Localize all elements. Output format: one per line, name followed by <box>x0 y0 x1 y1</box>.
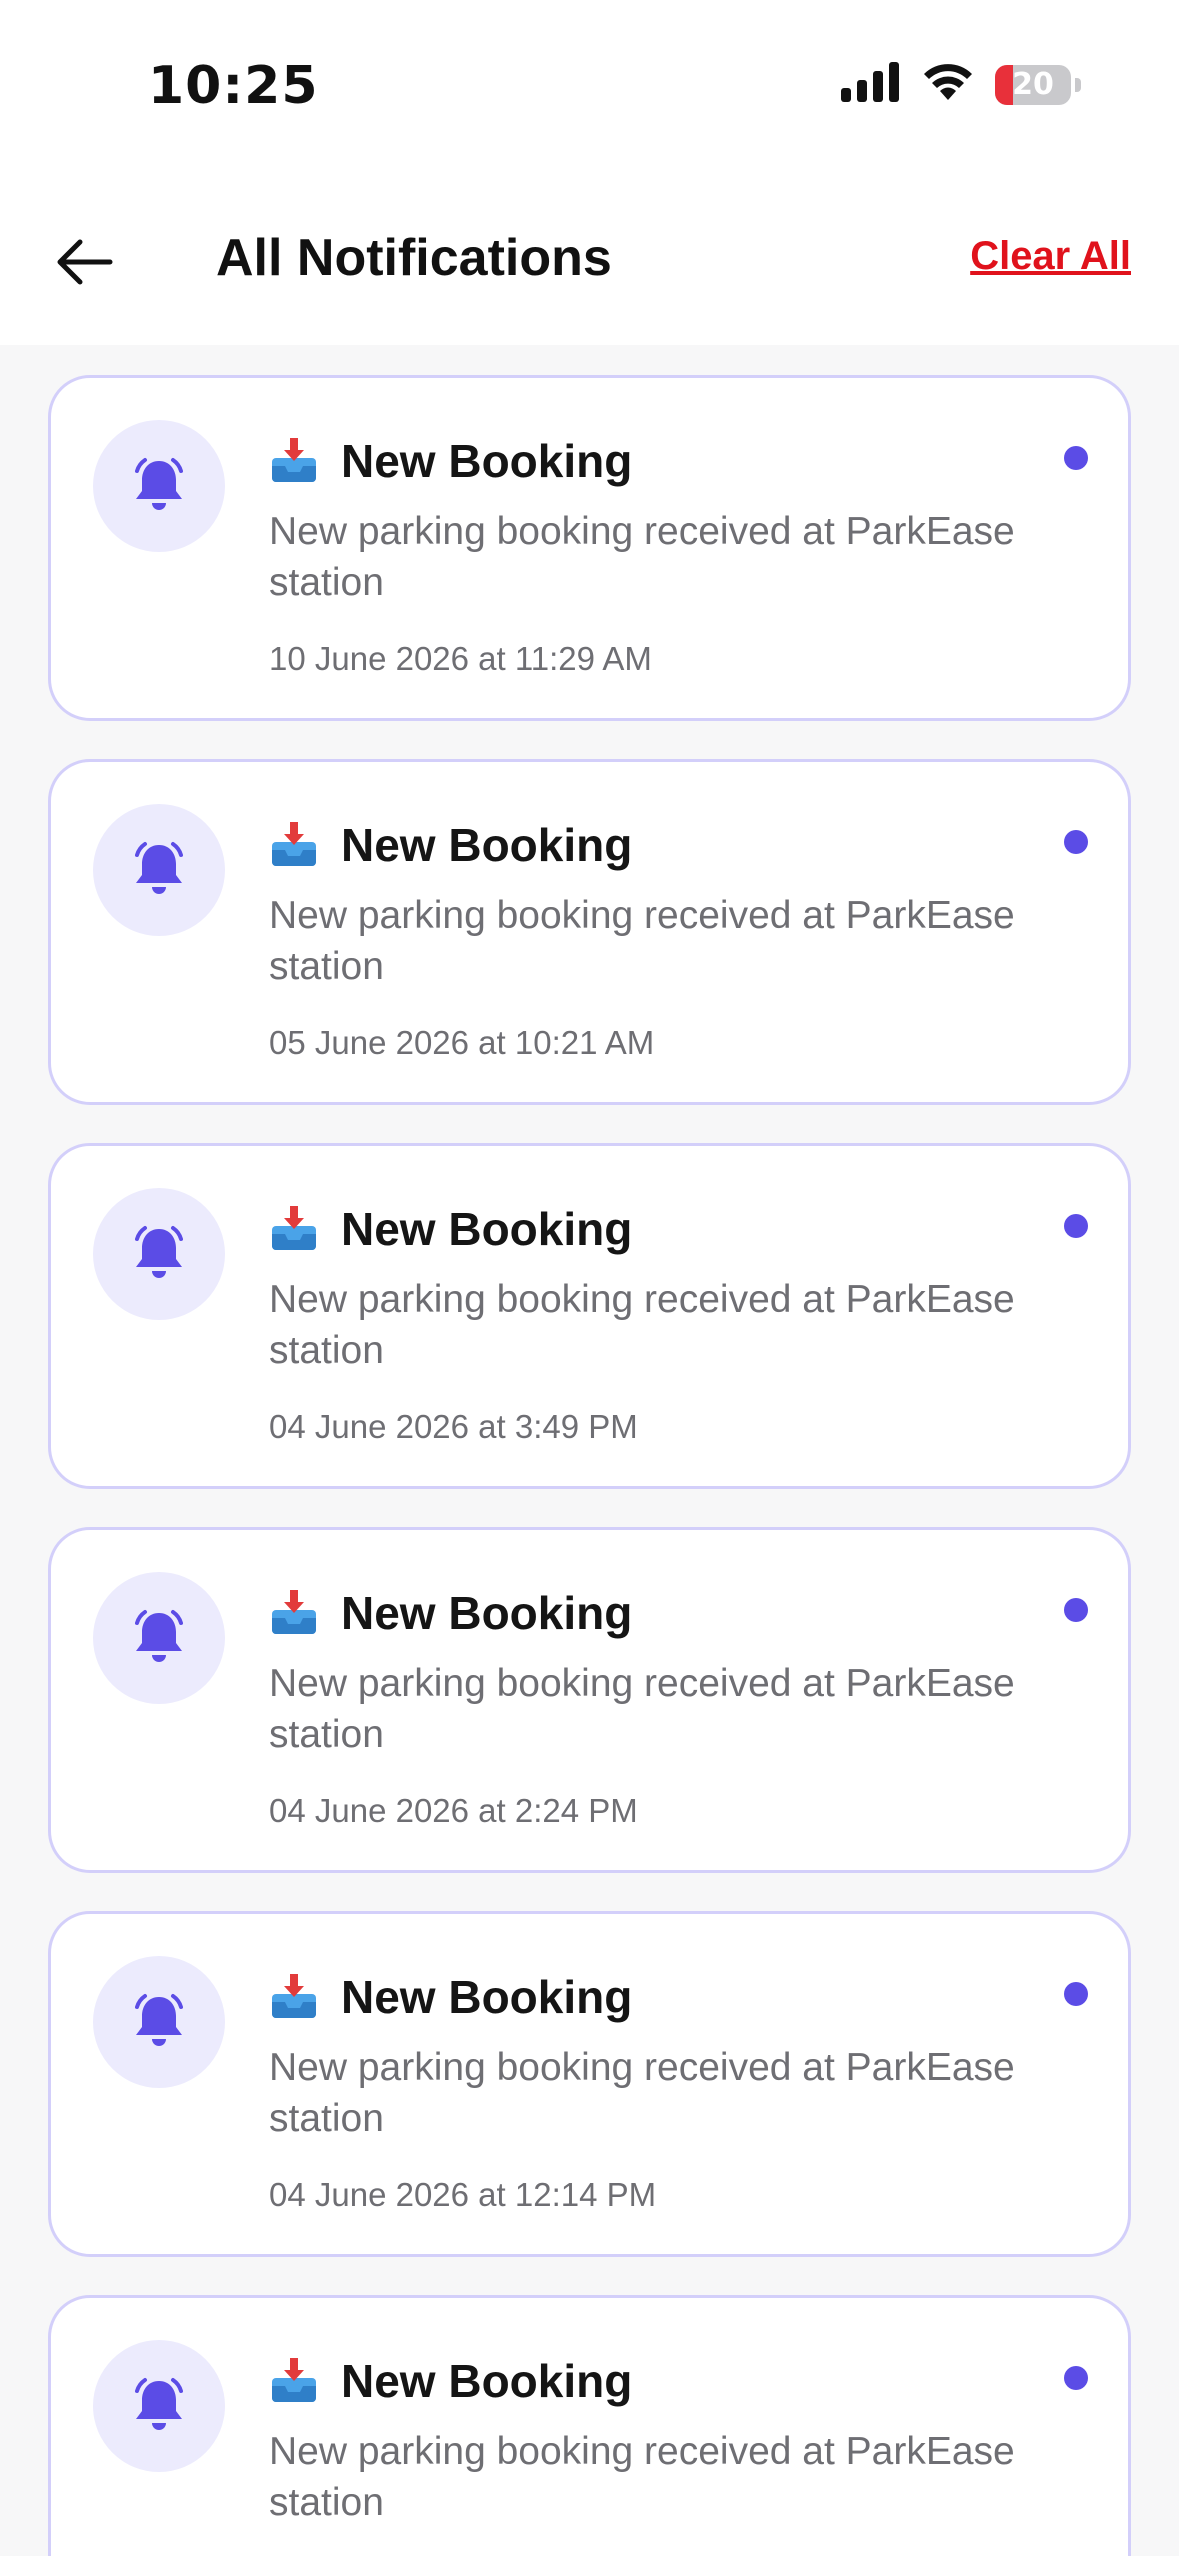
notification-card[interactable]: New Booking New parking booking received… <box>48 1911 1131 2257</box>
notification-message: New parking booking received at ParkEase… <box>269 2046 1015 2140</box>
notification-list: New Booking New parking booking received… <box>48 375 1131 2556</box>
inbox-tray-icon <box>269 820 319 870</box>
bell-icon <box>128 1221 190 1288</box>
app-header: All Notifications Clear All <box>0 180 1179 345</box>
bell-icon <box>128 837 190 904</box>
notification-title-row: New Booking <box>269 2354 632 2408</box>
inbox-tray-icon <box>269 1588 319 1638</box>
notifications-screen: 10:25 20 All Notifications Clear All New… <box>0 0 1179 2556</box>
notification-timestamp: 04 June 2026 at 2:24 PM <box>269 1792 638 1829</box>
notification-timestamp: 10 June 2026 at 11:29 AM <box>269 640 652 677</box>
status-icons: 20 <box>841 62 1081 107</box>
notification-title-row: New Booking <box>269 1970 632 2024</box>
notification-title: New Booking <box>341 819 633 871</box>
notification-card[interactable]: New Booking New parking booking received… <box>48 2295 1131 2556</box>
clear-all-button[interactable]: Clear All <box>970 234 1131 279</box>
inbox-tray-icon <box>269 2356 319 2406</box>
inbox-tray-icon <box>269 1972 319 2022</box>
bell-icon-container <box>93 1956 225 2088</box>
bell-icon-container <box>93 804 225 936</box>
bell-icon <box>128 453 190 520</box>
notification-timestamp: 05 June 2026 at 10:21 AM <box>269 1024 655 1061</box>
notification-title-row: New Booking <box>269 818 632 872</box>
bell-icon-container <box>93 1188 225 1320</box>
arrow-left-icon <box>54 238 114 291</box>
unread-indicator <box>1064 446 1088 470</box>
notification-card[interactable]: New Booking New parking booking received… <box>48 1527 1131 1873</box>
notification-message: New parking booking received at ParkEase… <box>269 1278 1015 1372</box>
wifi-icon <box>921 62 975 107</box>
inbox-tray-icon <box>269 1204 319 1254</box>
notification-title-row: New Booking <box>269 1202 632 1256</box>
bell-icon <box>128 2373 190 2440</box>
unread-indicator <box>1064 830 1088 854</box>
notification-title: New Booking <box>341 1203 633 1255</box>
battery-icon: 20 <box>995 64 1071 105</box>
notification-timestamp: 04 June 2026 at 3:49 PM <box>269 1408 638 1445</box>
page-title: All Notifications <box>216 229 612 287</box>
bell-icon-container <box>93 2340 225 2472</box>
battery-cap <box>1075 77 1081 92</box>
notification-message: New parking booking received at ParkEase… <box>269 1662 1015 1756</box>
notification-title: New Booking <box>341 1971 633 2023</box>
notification-title-row: New Booking <box>269 434 632 488</box>
notification-title: New Booking <box>341 1587 633 1639</box>
unread-indicator <box>1064 1214 1088 1238</box>
status-time: 10:25 <box>148 56 319 116</box>
notification-title: New Booking <box>341 435 633 487</box>
signal-icon <box>841 62 901 107</box>
inbox-tray-icon <box>269 436 319 486</box>
notification-message: New parking booking received at ParkEase… <box>269 2430 1015 2524</box>
notification-title-row: New Booking <box>269 1586 632 1640</box>
notification-title: New Booking <box>341 2355 633 2407</box>
back-button[interactable] <box>48 228 120 300</box>
unread-indicator <box>1064 1598 1088 1622</box>
unread-indicator <box>1064 1982 1088 2006</box>
notification-timestamp: 04 June 2026 at 12:14 PM <box>269 2176 657 2213</box>
unread-indicator <box>1064 2366 1088 2390</box>
bell-icon <box>128 1605 190 1672</box>
battery-level: 20 <box>1012 67 1054 102</box>
status-bar: 10:25 20 <box>0 0 1179 180</box>
bell-icon <box>128 1989 190 2056</box>
bell-icon-container <box>93 420 225 552</box>
notification-message: New parking booking received at ParkEase… <box>269 894 1015 988</box>
notification-message: New parking booking received at ParkEase… <box>269 510 1015 604</box>
notification-card[interactable]: New Booking New parking booking received… <box>48 375 1131 721</box>
notification-card[interactable]: New Booking New parking booking received… <box>48 759 1131 1105</box>
notification-card[interactable]: New Booking New parking booking received… <box>48 1143 1131 1489</box>
bell-icon-container <box>93 1572 225 1704</box>
